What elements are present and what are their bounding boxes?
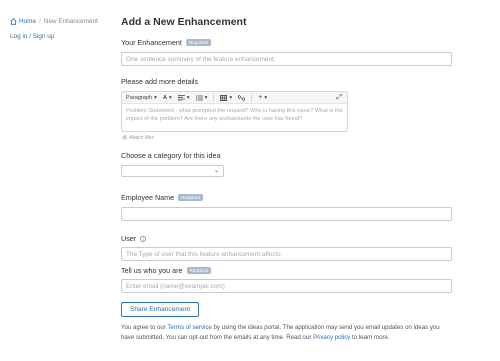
font-dropdown[interactable]: A ▾ — [163, 95, 172, 101]
insert-dropdown[interactable]: + ▾ — [258, 94, 267, 101]
enhancement-label: Your Enhancement Required — [121, 38, 452, 47]
chevron-down-icon: ▾ — [204, 94, 208, 101]
paragraph-dropdown[interactable]: Paragraph ▾ — [126, 95, 157, 101]
email-input[interactable]: Enter email (name@example.com) — [121, 279, 452, 293]
employee-label-text: Employee Name — [121, 193, 175, 202]
required-badge: Required — [185, 39, 211, 46]
user-label-text: User — [121, 234, 137, 243]
email-placeholder: Enter email (name@example.com) — [126, 282, 225, 290]
paperclip-icon: 🖇 — [121, 135, 128, 141]
login-signup-link[interactable]: Log in / Sign up — [10, 33, 110, 40]
bulleted-list-icon — [195, 94, 203, 101]
share-enhancement-button[interactable]: Share Enhancement — [121, 302, 199, 317]
toolbar-divider — [213, 93, 215, 102]
page-title: Add a New Enhancement — [121, 16, 247, 28]
editor-toolbar: Paragraph ▾ A ▾ ▾ ▾ ▾ + ▾ ⤢ — [122, 92, 347, 104]
user-label: User i — [121, 234, 452, 243]
enhancement-label-text: Your Enhancement — [121, 38, 182, 47]
chevron-down-icon: ⌄ — [213, 168, 219, 174]
employee-name-input[interactable] — [121, 207, 452, 221]
category-label-text: Choose a category for this idea — [121, 151, 221, 160]
table-icon — [220, 94, 228, 101]
chevron-down-icon: ▾ — [229, 94, 233, 101]
enhancement-input[interactable]: One sentence summary of the feature enha… — [121, 52, 452, 66]
table-dropdown[interactable]: ▾ — [220, 95, 232, 101]
email-label: Tell us who you are Required — [121, 266, 452, 275]
chevron-down-icon: ▾ — [186, 94, 190, 101]
breadcrumb: Home / New Enhancement — [10, 18, 110, 25]
user-placeholder: The Type of user that this feature enhan… — [126, 250, 281, 258]
details-placeholder: Problem Statement - what prompted the re… — [126, 108, 343, 123]
align-left-icon — [177, 94, 185, 101]
toolbar-divider — [251, 93, 253, 102]
attach-files-label: Attach files — [129, 135, 154, 141]
details-label: Please add more details — [121, 77, 452, 86]
required-badge: Required — [178, 194, 203, 201]
attach-files-link[interactable]: 🖇 Attach files — [121, 135, 452, 141]
employee-label: Employee Name Required — [121, 193, 452, 202]
enhancement-placeholder: One sentence summary of the feature enha… — [126, 55, 276, 63]
footer-text: You agree to our — [121, 324, 168, 331]
footer-notice: You agree to our Terms of service by usi… — [121, 323, 452, 343]
link-button[interactable] — [238, 94, 246, 101]
terms-of-service-link[interactable]: Terms of service — [167, 324, 211, 331]
breadcrumb-separator: / — [39, 18, 41, 25]
email-label-text: Tell us who you are — [121, 266, 183, 275]
category-select[interactable]: ⌄ — [121, 165, 224, 177]
privacy-policy-link[interactable]: Privacy policy — [313, 334, 350, 341]
link-icon — [238, 94, 246, 101]
expand-icon[interactable]: ⤢ — [336, 94, 342, 102]
plus-icon: + — [258, 94, 263, 101]
info-icon[interactable]: i — [140, 235, 147, 242]
paragraph-label: Paragraph — [126, 94, 153, 101]
chevron-down-icon: ▾ — [264, 94, 268, 101]
sidebar: Home / New Enhancement Log in / Sign up — [10, 18, 110, 40]
breadcrumb-home-label: Home — [19, 18, 37, 25]
user-input[interactable]: The Type of user that this feature enhan… — [121, 247, 452, 261]
category-label: Choose a category for this idea — [121, 151, 452, 160]
breadcrumb-current: New Enhancement — [43, 18, 98, 25]
list-dropdown[interactable]: ▾ — [195, 94, 208, 101]
chevron-down-icon: ▾ — [154, 94, 157, 101]
font-label: A — [162, 94, 167, 101]
enhancement-form: Add a New Enhancement Your Enhancement R… — [121, 16, 452, 343]
align-dropdown[interactable]: ▾ — [177, 94, 190, 101]
details-label-text: Please add more details — [121, 77, 199, 86]
required-badge: Required — [186, 267, 212, 274]
home-icon — [10, 18, 17, 25]
footer-text: to learn more. — [350, 333, 390, 341]
breadcrumb-home[interactable]: Home — [10, 18, 36, 25]
details-editor[interactable]: Paragraph ▾ A ▾ ▾ ▾ ▾ + ▾ ⤢ Problem Stat… — [121, 91, 348, 132]
chevron-down-icon: ▾ — [168, 94, 172, 101]
